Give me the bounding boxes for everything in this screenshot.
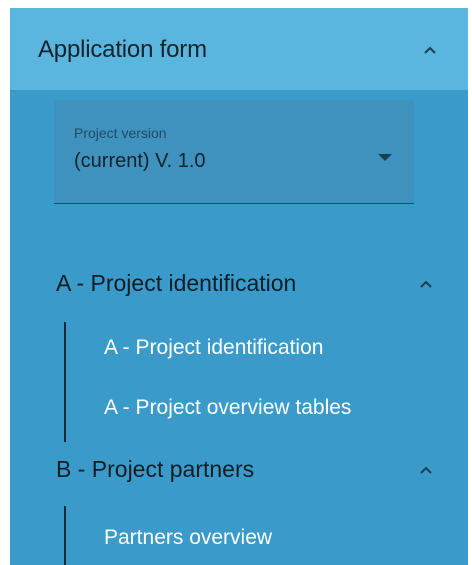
nav-item-project-identification[interactable]: A - Project identification xyxy=(104,336,323,360)
project-version-select[interactable]: Project version (current) V. 1.0 xyxy=(54,100,414,204)
section-title-project-partners[interactable]: B - Project partners xyxy=(56,456,254,483)
dropdown-arrow-icon[interactable] xyxy=(378,154,392,161)
nav-item-project-overview-tables[interactable]: A - Project overview tables xyxy=(104,396,351,420)
chevron-up-icon[interactable] xyxy=(416,460,436,480)
header-title: Application form xyxy=(38,36,207,63)
section-a-tree-line xyxy=(64,322,66,442)
chevron-up-icon[interactable] xyxy=(416,274,436,294)
nav-item-partners-overview[interactable]: Partners overview xyxy=(104,526,272,550)
section-b-tree-line xyxy=(64,506,66,565)
project-version-value: (current) V. 1.0 xyxy=(74,150,206,172)
application-form-header[interactable]: Application form xyxy=(10,8,468,90)
application-form-panel: Application form Project version (curren… xyxy=(10,8,468,565)
project-version-label: Project version xyxy=(74,125,167,141)
chevron-up-icon[interactable] xyxy=(420,40,440,60)
section-title-project-identification[interactable]: A - Project identification xyxy=(56,270,296,297)
